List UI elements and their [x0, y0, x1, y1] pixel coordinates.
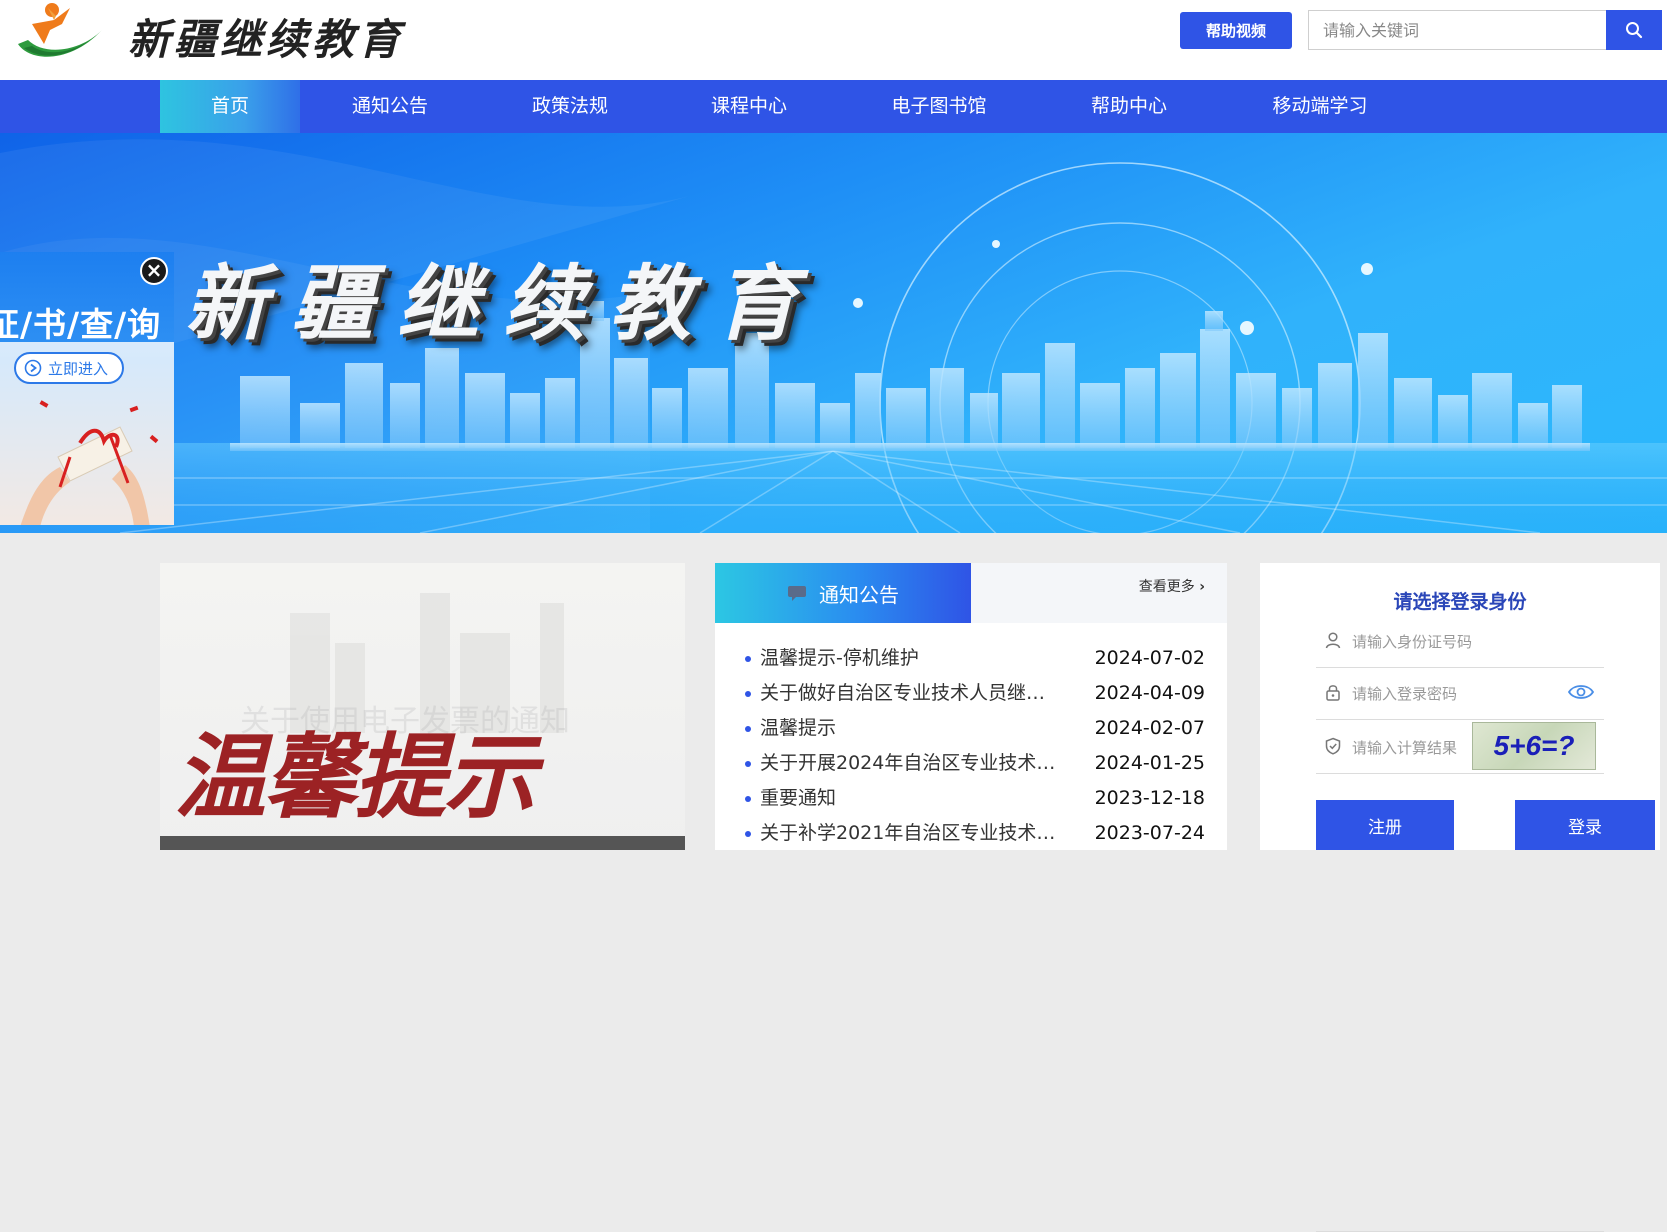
notice-list-card: 通知公告 查看更多 › 温馨提示-停机维护 2024-07-02 关于做好自治区专…	[715, 563, 1227, 850]
certificate-hands-graphic	[20, 400, 159, 525]
notice-image-caption-bar	[160, 836, 685, 850]
login-button[interactable]: 登录	[1515, 800, 1655, 850]
list-item[interactable]: 温馨提示 2024-02-07	[745, 711, 1205, 746]
notice-title: 关于补学2021年自治区专业技术人员继续教育的通知	[760, 822, 1060, 844]
notice-title: 关于开展2024年自治区专业技术人员继续教育的通知	[760, 752, 1060, 774]
help-video-button[interactable]: 帮助视频	[1180, 12, 1292, 49]
featured-notice-image[interactable]: 关于使用电子发票的通知 温馨提示	[160, 563, 685, 850]
ad-enter-button[interactable]: 立即进入	[14, 352, 124, 384]
captcha-input[interactable]	[1352, 734, 1470, 762]
site-header: 新疆继续教育 帮助视频	[0, 0, 1667, 80]
password-input[interactable]	[1352, 680, 1552, 708]
search-icon	[1626, 22, 1643, 39]
notice-image-title: 温馨提示	[174, 723, 536, 831]
hero-banner: 新疆继续教育	[0, 133, 1667, 533]
notice-date: 2024-01-25	[1094, 752, 1205, 774]
shield-check-icon	[1325, 737, 1341, 755]
list-item[interactable]: 重要通知 2023-12-18	[745, 781, 1205, 816]
banner-title: 新疆继续教育	[185, 256, 821, 352]
nav-item-help[interactable]: 帮助中心	[1064, 80, 1194, 133]
eye-icon[interactable]	[1568, 683, 1594, 701]
notice-card-header: 查看更多 ›	[971, 563, 1227, 623]
notice-date: 2024-04-09	[1094, 682, 1205, 704]
chevron-right-icon: ›	[1199, 579, 1205, 595]
notice-list: 温馨提示-停机维护 2024-07-02 关于做好自治区专业技术人员继续教育工作的…	[745, 641, 1205, 851]
list-item[interactable]: 温馨提示-停机维护 2024-07-02	[745, 641, 1205, 676]
ad-title: 证/书/查/询	[0, 305, 162, 344]
nav-item-mobile[interactable]: 移动端学习	[1250, 80, 1390, 133]
notice-date: 2023-07-24	[1094, 822, 1205, 844]
main-nav: 首页 通知公告 政策法规 课程中心 电子图书馆 帮助中心 移动端学习	[0, 80, 1667, 133]
logo-mark-icon	[18, 3, 102, 57]
notice-date: 2023-12-18	[1094, 787, 1205, 809]
notice-date: 2024-02-07	[1094, 717, 1205, 739]
ad-close-button[interactable]: ×	[140, 257, 168, 285]
register-button[interactable]: 注册	[1316, 800, 1454, 850]
login-title: 请选择登录身份	[1393, 591, 1527, 613]
chat-bubble-icon	[788, 586, 806, 601]
lock-icon	[1326, 685, 1340, 701]
id-number-row	[1316, 1180, 1604, 1232]
notice-title: 温馨提示	[760, 717, 837, 739]
id-number-input[interactable]	[1352, 628, 1552, 656]
nav-item-home[interactable]: 首页	[160, 80, 300, 133]
site-logo[interactable]: 新疆继续教育	[10, 0, 400, 66]
tab-notices[interactable]: 通知公告	[715, 563, 971, 623]
certificate-query-ad[interactable]: 证/书/查/询 立即进入	[0, 252, 174, 525]
tab-notices-label: 通知公告	[819, 582, 899, 607]
view-more-link[interactable]: 查看更多 ›	[1139, 576, 1205, 596]
captcha-image[interactable]: 5+6=?	[1472, 722, 1596, 770]
search-button[interactable]	[1606, 10, 1662, 50]
list-item[interactable]: 关于补学2021年自治区专业技术人员继续教育的通知 2023-07-24	[745, 816, 1205, 851]
nav-item-policies[interactable]: 政策法规	[505, 80, 635, 133]
password-field-row	[1316, 668, 1604, 720]
notice-date: 2024-07-02	[1094, 647, 1205, 669]
nav-item-courses[interactable]: 课程中心	[684, 80, 814, 133]
search-input[interactable]	[1308, 10, 1606, 50]
list-item[interactable]: 关于开展2024年自治区专业技术人员继续教育的通知 2024-01-25	[745, 746, 1205, 781]
view-more-label: 查看更多	[1138, 579, 1195, 595]
play-circle-icon	[24, 359, 42, 377]
captcha-field-row: 5+6=?	[1316, 722, 1604, 774]
user-icon	[1325, 632, 1341, 649]
notice-title: 关于做好自治区专业技术人员继续教育工作的通知	[760, 682, 1060, 704]
notice-title: 温馨提示-停机维护	[760, 647, 919, 669]
notice-title: 重要通知	[760, 787, 837, 809]
list-item[interactable]: 关于做好自治区专业技术人员继续教育工作的通知 2024-04-09	[745, 676, 1205, 711]
nav-item-library[interactable]: 电子图书馆	[868, 80, 1010, 133]
id-number-field-row	[1316, 616, 1604, 668]
nav-item-notices[interactable]: 通知公告	[325, 80, 455, 133]
logo-text: 新疆继续教育	[128, 15, 405, 64]
ad-enter-label: 立即进入	[48, 359, 109, 378]
